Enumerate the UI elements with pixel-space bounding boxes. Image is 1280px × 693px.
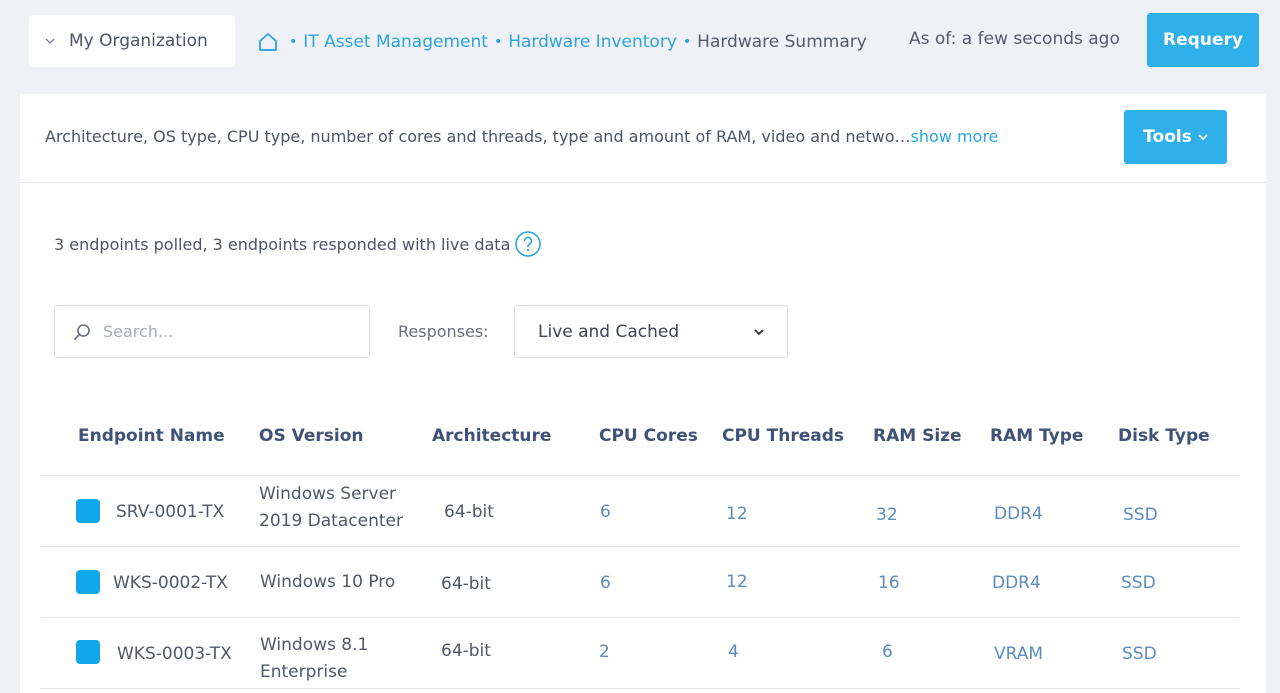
cell-ram-type: VRAM	[994, 644, 1044, 664]
cell-ram-size: 16	[878, 573, 900, 593]
breadcrumb-separator: •	[493, 34, 503, 50]
cell-cpu-threads: 4	[728, 642, 739, 662]
report-description: Architecture, OS type, CPU type, number …	[45, 127, 998, 146]
cell-cpu-cores: 2	[599, 642, 610, 662]
polled-summary: 3 endpoints polled, 3 endpoints responde…	[54, 230, 542, 258]
breadcrumb-separator: •	[289, 34, 298, 50]
hardware-table: Endpoint Name OS Version Architecture CP…	[40, 406, 1240, 689]
table-row[interactable]: WKS-0002-TX Windows 10 Pro 64-bit 6 12 1…	[40, 547, 1240, 618]
os-line-2: Enterprise	[260, 662, 348, 682]
header-endpoint-name[interactable]: Endpoint Name	[78, 426, 225, 446]
cell-architecture: 64-bit	[444, 502, 494, 522]
table-row[interactable]: WKS-0003-TX Windows 8.1 Enterprise 64-bit…	[40, 618, 1240, 689]
cell-architecture: 64-bit	[441, 641, 491, 661]
content-card: Architecture, OS type, CPU type, number …	[20, 94, 1266, 693]
search-input[interactable]	[103, 322, 363, 341]
breadcrumb-hardware-inventory[interactable]: Hardware Inventory	[508, 32, 677, 52]
breadcrumb: • IT Asset Management • Hardware Invento…	[257, 29, 867, 55]
table-header: Endpoint Name OS Version Architecture CP…	[40, 406, 1240, 476]
header-disk-type[interactable]: Disk Type	[1118, 426, 1210, 446]
cell-cpu-threads: 12	[726, 572, 748, 592]
requery-button[interactable]: Requery	[1147, 13, 1259, 67]
cell-ram-type: DDR4	[992, 573, 1041, 593]
cell-os-version: Windows 8.1 Enterprise	[260, 632, 368, 686]
breadcrumb-it-asset-management[interactable]: IT Asset Management	[303, 32, 488, 52]
header-cpu-threads[interactable]: CPU Threads	[722, 426, 844, 446]
organization-selector[interactable]: My Organization	[29, 15, 235, 67]
cell-os-version: Windows 10 Pro	[260, 572, 396, 592]
breadcrumb-separator: •	[682, 34, 692, 50]
tools-label: Tools	[1143, 127, 1192, 147]
cell-ram-size: 32	[876, 505, 898, 525]
row-checkbox[interactable]	[76, 570, 100, 594]
cell-ram-size: 6	[882, 642, 893, 662]
organization-label: My Organization	[69, 31, 208, 51]
header-ram-size[interactable]: RAM Size	[873, 426, 962, 446]
responses-select[interactable]: Live and Cached	[514, 305, 788, 358]
chevron-down-icon	[45, 38, 55, 44]
cell-disk-type: SSD	[1123, 505, 1158, 525]
cell-cpu-cores: 6	[600, 573, 611, 593]
cell-ram-type: DDR4	[994, 504, 1043, 524]
description-text: Architecture, OS type, CPU type, number …	[45, 127, 911, 146]
chevron-down-icon	[754, 328, 764, 335]
breadcrumb-current: Hardware Summary	[697, 32, 867, 52]
table-row[interactable]: SRV-0001-TX Windows Server 2019 Datacente…	[40, 476, 1240, 547]
cell-endpoint-name: SRV-0001-TX	[116, 502, 225, 522]
row-checkbox[interactable]	[76, 499, 100, 523]
help-icon[interactable]	[514, 230, 542, 258]
cell-endpoint-name: WKS-0002-TX	[113, 573, 228, 593]
responses-value: Live and Cached	[538, 321, 680, 342]
header-ram-type[interactable]: RAM Type	[990, 426, 1083, 446]
as-of-timestamp: As of: a few seconds ago	[909, 29, 1120, 49]
cell-cpu-cores: 6	[600, 502, 611, 522]
cell-architecture: 64-bit	[441, 574, 491, 594]
cell-disk-type: SSD	[1121, 573, 1156, 593]
header-architecture[interactable]: Architecture	[432, 426, 551, 446]
cell-endpoint-name: WKS-0003-TX	[117, 644, 232, 664]
header-cpu-cores[interactable]: CPU Cores	[599, 426, 698, 446]
description-row: Architecture, OS type, CPU type, number …	[20, 94, 1266, 183]
search-box[interactable]	[54, 305, 370, 358]
os-line-1: Windows 8.1	[260, 635, 369, 655]
row-checkbox[interactable]	[76, 640, 100, 664]
os-line-1: Windows Server	[259, 484, 397, 504]
responses-label: Responses:	[398, 322, 489, 341]
header-os-version[interactable]: OS Version	[259, 426, 363, 446]
os-line-2: 2019 Datacenter	[259, 511, 403, 531]
chevron-down-icon	[1198, 134, 1208, 141]
home-icon[interactable]	[257, 31, 279, 53]
polled-text: 3 endpoints polled, 3 endpoints responde…	[54, 234, 511, 254]
cell-os-version: Windows Server 2019 Datacenter	[259, 481, 403, 535]
show-more-link[interactable]: show more	[911, 127, 999, 146]
cell-disk-type: SSD	[1122, 644, 1157, 664]
tools-button[interactable]: Tools	[1124, 110, 1227, 164]
cell-cpu-threads: 12	[726, 504, 748, 524]
search-icon	[74, 323, 90, 340]
